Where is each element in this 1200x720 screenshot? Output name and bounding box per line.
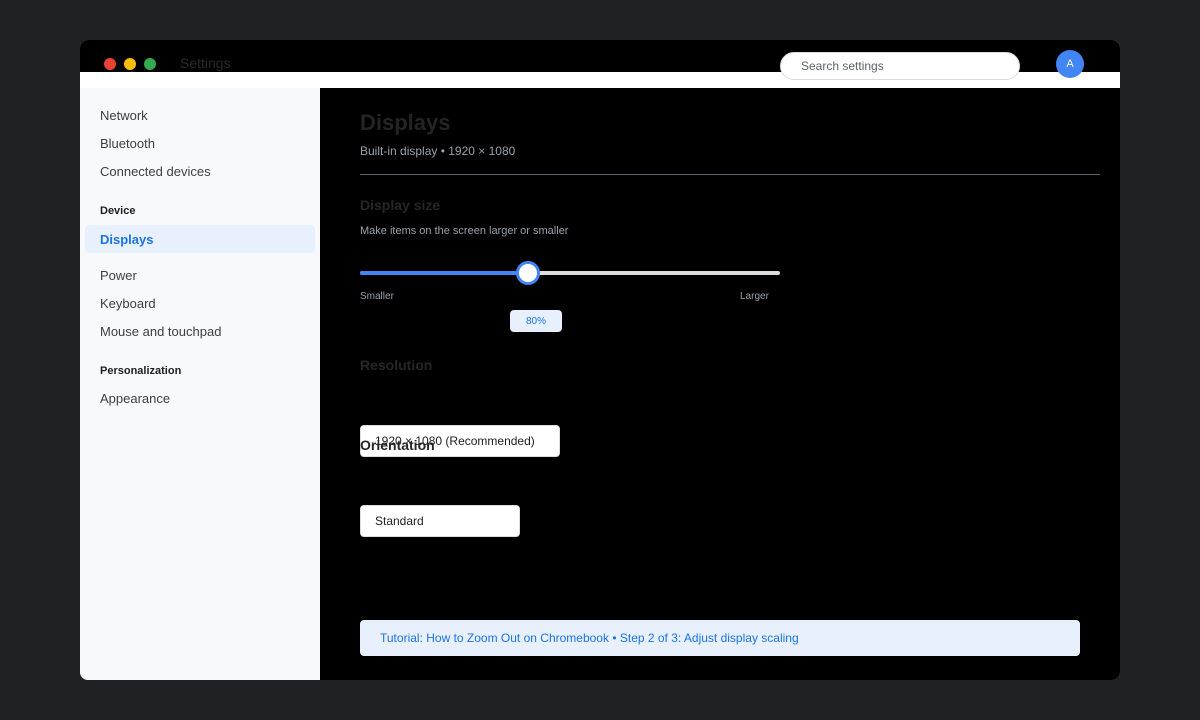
- orientation-select[interactable]: Standard: [360, 505, 520, 537]
- display-size-description: Make items on the screen larger or small…: [360, 225, 569, 237]
- main-panel: Displays Built-in display • 1920 × 1080 …: [320, 88, 1120, 680]
- sidebar-section-personalization: Personalization: [100, 365, 182, 377]
- sidebar-item-mouse-touchpad[interactable]: Mouse and touchpad: [100, 324, 221, 339]
- sidebar-item-displays-label: Displays: [100, 232, 154, 247]
- display-size-slider-fill: [360, 271, 528, 275]
- sidebar-item-appearance[interactable]: Appearance: [100, 391, 170, 406]
- close-window-button[interactable]: [104, 58, 116, 70]
- minimize-window-button[interactable]: [124, 58, 136, 70]
- divider: [360, 174, 1100, 175]
- sidebar-section-device: Device: [100, 205, 136, 217]
- display-size-slider-track[interactable]: [360, 271, 780, 275]
- page-title: Displays: [360, 110, 451, 135]
- resolution-title: Resolution: [360, 357, 433, 373]
- sidebar-item-bluetooth[interactable]: Bluetooth: [100, 136, 155, 151]
- sidebar-item-connected-devices[interactable]: Connected devices: [100, 164, 211, 179]
- slider-min-label: Smaller: [360, 291, 394, 302]
- app-title: Settings: [180, 55, 231, 71]
- orientation-title: Orientation: [360, 437, 435, 453]
- search-input[interactable]: [801, 59, 1001, 73]
- sidebar-item-power[interactable]: Power: [100, 268, 137, 283]
- tutorial-banner: Tutorial: How to Zoom Out on Chromebook …: [360, 620, 1080, 656]
- sidebar-item-keyboard[interactable]: Keyboard: [100, 296, 156, 311]
- search-box[interactable]: [780, 52, 1020, 80]
- search-icon: [789, 60, 801, 72]
- display-size-value-badge: 80%: [510, 310, 562, 332]
- page-subtitle: Built-in display • 1920 × 1080: [360, 144, 516, 158]
- sidebar-item-network[interactable]: Network: [100, 108, 148, 123]
- sidebar: Network Bluetooth Connected devices Devi…: [80, 88, 320, 680]
- display-size-title: Display size: [360, 197, 441, 213]
- slider-max-label: Larger: [740, 291, 769, 302]
- settings-window: Settings A Network Bluetooth Connected d…: [80, 40, 1120, 680]
- maximize-window-button[interactable]: [144, 58, 156, 70]
- display-size-slider-thumb[interactable]: [516, 261, 540, 285]
- avatar[interactable]: A: [1056, 50, 1084, 78]
